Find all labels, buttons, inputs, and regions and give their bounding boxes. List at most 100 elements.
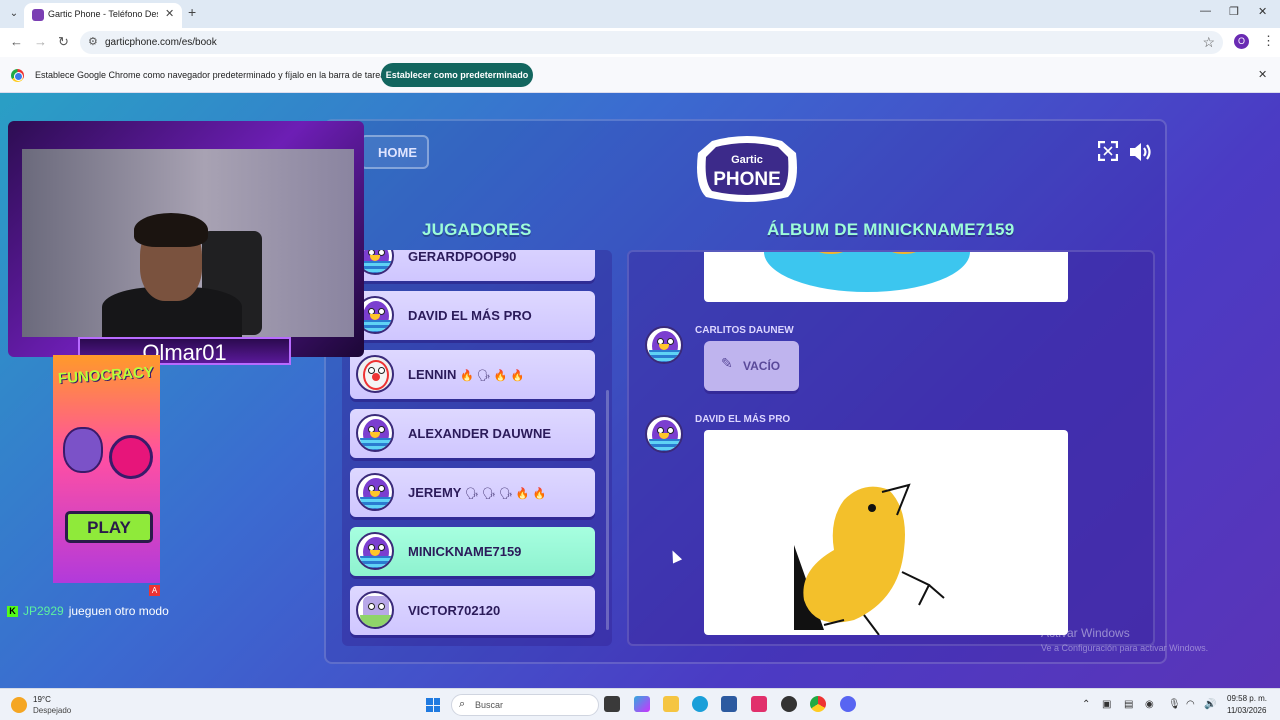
player-name: VICTOR702120 (408, 603, 501, 618)
album-empty-entry: ✎ VACÍO (704, 341, 799, 391)
gartic-phone-logo: Gartic PHONE (697, 136, 797, 202)
player-name: LENNIN 🔥 🗣 🔥 🔥 (408, 367, 525, 382)
player-name: MINICKNAME7159 (408, 544, 522, 559)
address-bar[interactable]: ⚙ garticphone.com/es/book ☆ (80, 31, 1223, 54)
chrome-logo-icon (11, 69, 24, 82)
chat-text: jueguen otro modo (68, 604, 169, 618)
player-item[interactable]: JEREMY 🗣 🗣 🗣 🔥 🔥 (350, 468, 595, 517)
ad-title: FUNOCRACY (57, 363, 155, 388)
browser-tab-bar: ⌄ Gartic Phone - Teléfono Descon ✕ + — ❐… (0, 0, 1280, 28)
album-author-name: DAVID EL MÁS PRO (695, 414, 791, 425)
ad-banner[interactable]: FUNOCRACY PLAY A (53, 355, 160, 596)
player-badges: 🔥 🗣 🔥 🔥 (460, 370, 525, 382)
player-avatar (356, 532, 394, 570)
game-canvas: HOME Gartic PHONE JUGADORES ÁLBUM DE MIN… (0, 93, 1280, 688)
default-browser-infobar: Establece Google Chrome como navegador p… (0, 57, 1280, 93)
player-name: GERARDPOOP90 (408, 250, 517, 264)
tab-favicon-icon (32, 9, 44, 21)
profile-avatar[interactable]: O (1234, 34, 1249, 49)
album-heading: ÁLBUM DE MINICKNAME7159 (767, 220, 1015, 239)
webcam-video (22, 149, 354, 337)
taskbar-search[interactable]: ⌕ Buscar (451, 694, 599, 716)
set-default-button[interactable]: Establecer como predeterminado (381, 63, 533, 87)
home-button[interactable]: HOME (360, 135, 429, 169)
ad-badge-icon: A (149, 585, 160, 596)
weather-temp: 19°C (33, 695, 51, 704)
store-icon[interactable] (721, 696, 737, 712)
player-name: JEREMY 🗣 🗣 🗣 🔥 🔥 (408, 485, 547, 500)
tab-close-icon[interactable]: ✕ (165, 7, 174, 20)
clock-time[interactable]: 09:58 p. m. (1227, 694, 1267, 703)
windows-start-icon[interactable] (426, 698, 440, 712)
tray-app-icon[interactable]: ▤ (1124, 699, 1133, 710)
restore-icon[interactable]: ❐ (1229, 5, 1239, 18)
svg-text:PHONE: PHONE (713, 169, 781, 190)
sound-icon[interactable] (1128, 141, 1154, 163)
edge-icon[interactable] (692, 696, 708, 712)
browser-tab[interactable]: Gartic Phone - Teléfono Descon ✕ (24, 3, 182, 28)
svg-text:Gartic: Gartic (731, 154, 763, 166)
url-text: garticphone.com/es/book (105, 37, 217, 48)
bookmark-star-icon[interactable]: ☆ (1202, 34, 1215, 51)
new-tab-icon[interactable]: + (188, 4, 196, 20)
player-item[interactable]: DAVID EL MÁS PRO (350, 291, 595, 340)
ad-play-button[interactable]: PLAY (65, 511, 153, 543)
player-avatar (356, 414, 394, 452)
back-icon[interactable]: ← (10, 34, 23, 49)
tray-app-icon[interactable]: ◉ (1145, 699, 1154, 710)
chat-message: K JP2929 jueguen otro modo (7, 604, 169, 618)
player-badges: 🗣 🗣 🗣 🔥 🔥 (464, 488, 547, 500)
album-author-avatar (645, 326, 683, 364)
infobar-close-icon[interactable]: ✕ (1258, 68, 1267, 81)
ad-character-icon (63, 427, 103, 473)
player-item[interactable]: GERARDPOOP90 (350, 250, 595, 281)
ad-play-label: PLAY (87, 518, 131, 537)
chrome-menu-icon[interactable]: ⋮ (1262, 33, 1275, 49)
empty-label: VACÍO (743, 359, 781, 373)
activate-windows-subtitle: Ve a Configuración para activar Windows. (1041, 643, 1209, 653)
tray-app-icon[interactable]: ▣ (1102, 699, 1111, 710)
forward-icon[interactable]: → (34, 34, 47, 49)
tab-search-icon[interactable]: ⌄ (6, 6, 22, 22)
infobar-text: Establece Google Chrome como navegador p… (35, 70, 390, 80)
minimize-icon[interactable]: — (1200, 5, 1211, 17)
album-panel[interactable]: CARLITOS DAUNEW ✎ VACÍO DAVID EL MÁS PRO (627, 250, 1155, 646)
reload-icon[interactable]: ↻ (58, 34, 69, 50)
tiktok-icon[interactable] (751, 696, 767, 712)
tab-title: Gartic Phone - Teléfono Descon (48, 9, 158, 19)
clock-date[interactable]: 11/03/2026 (1227, 706, 1266, 715)
search-placeholder: Buscar (475, 700, 504, 710)
close-window-icon[interactable]: ✕ (1258, 5, 1267, 18)
wifi-icon[interactable]: ◠ (1186, 699, 1195, 710)
player-item[interactable]: LENNIN 🔥 🗣 🔥 🔥 (350, 350, 595, 399)
player-name: ALEXANDER DAUWNE (408, 426, 551, 441)
kick-icon: K (7, 606, 18, 618)
microphone-icon[interactable]: 🎙 (1168, 699, 1181, 710)
player-name: DAVID EL MÁS PRO (408, 308, 532, 323)
task-view-icon[interactable] (604, 696, 620, 712)
player-item[interactable]: ALEXANDER DAUWNE (350, 409, 595, 458)
tray-chevron-icon[interactable]: ⌃ (1082, 699, 1090, 710)
players-list[interactable]: GERARDPOOP90 DAVID EL MÁS PRO LENNIN 🔥 🗣… (342, 250, 612, 646)
discord-icon[interactable] (840, 696, 856, 712)
volume-icon[interactable]: 🔊 (1204, 699, 1216, 710)
weather-desc: Despejado (33, 706, 72, 715)
player-item[interactable]: VICTOR702120 (350, 586, 595, 635)
ad-character-icon (109, 435, 153, 479)
players-heading: JUGADORES (422, 220, 532, 239)
app-icon[interactable] (781, 696, 797, 712)
players-scrollbar[interactable] (606, 390, 609, 630)
player-avatar-robot (356, 591, 394, 629)
site-info-icon[interactable]: ⚙ (88, 35, 98, 48)
player-item-current[interactable]: MINICKNAME7159 (350, 527, 595, 576)
album-author-avatar (645, 415, 683, 453)
weather-moon-icon[interactable] (11, 697, 27, 713)
browser-toolbar: ← → ↻ ⚙ garticphone.com/es/book ☆ O ⋮ (0, 28, 1280, 57)
chrome-icon[interactable] (810, 696, 826, 712)
chat-username: JP2929 (23, 604, 64, 618)
fullscreen-icon[interactable] (1098, 141, 1118, 161)
windows-taskbar: 19°C Despejado ⌕ Buscar ⌃ ▣ ▤ ◉ 🎙 ◠ 🔊 09… (0, 688, 1280, 720)
copilot-icon[interactable] (634, 696, 650, 712)
file-explorer-icon[interactable] (663, 696, 679, 712)
album-drawing-previous (704, 252, 1068, 302)
